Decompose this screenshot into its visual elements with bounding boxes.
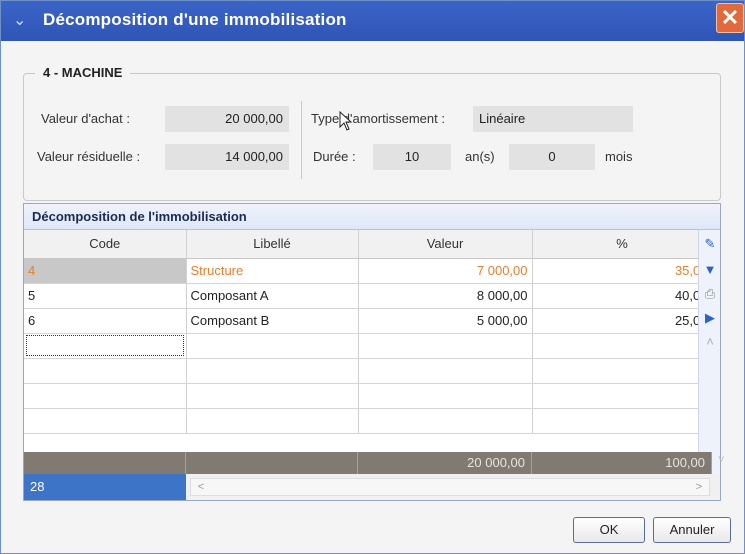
cell-empty[interactable] xyxy=(186,333,359,359)
components-grid: Décomposition de l'immobilisation Code L… xyxy=(23,203,724,501)
cell-empty[interactable] xyxy=(186,408,359,434)
grid-caption: Décomposition de l'immobilisation xyxy=(24,204,720,230)
cell-empty[interactable] xyxy=(358,333,533,359)
record-count: 28 xyxy=(24,474,186,500)
window-title: Décomposition d'une immobilisation xyxy=(43,10,347,29)
cell-empty[interactable] xyxy=(24,358,187,384)
cell-empty[interactable] xyxy=(186,358,359,384)
years-unit-label: an(s) xyxy=(465,149,495,164)
duration-label: Durée : xyxy=(313,149,356,164)
cell-empty[interactable] xyxy=(358,383,533,409)
total-label-cell xyxy=(186,452,358,474)
close-icon[interactable]: ✕ xyxy=(716,3,744,33)
cell-percent[interactable]: 40,00 xyxy=(532,283,713,309)
components-table: Code Libellé Valeur % 4 Structure 7 000,… xyxy=(24,230,713,434)
purchase-value-field: 20 000,00 xyxy=(165,106,289,132)
cell-empty[interactable] xyxy=(532,383,713,409)
cell-empty[interactable] xyxy=(532,408,713,434)
months-unit-label: mois xyxy=(605,149,633,164)
scroll-up-icon[interactable]: ˄ xyxy=(702,334,718,350)
column-header-code[interactable]: Code xyxy=(24,230,187,259)
scroll-down-icon[interactable]: ˅ xyxy=(718,454,724,466)
grid-footer: 28 < > xyxy=(24,474,720,500)
cell-label[interactable]: Structure xyxy=(186,258,359,284)
cell-label[interactable]: Composant A xyxy=(186,283,359,309)
print-icon[interactable]: ⎙ xyxy=(702,286,718,302)
cell-code-focused[interactable] xyxy=(24,333,187,359)
column-header-percent[interactable]: % xyxy=(532,230,713,259)
total-value: 20 000,00 xyxy=(358,452,532,474)
table-row[interactable]: 6 Composant B 5 000,00 25,00 xyxy=(24,308,713,334)
depreciation-type-label: Type d'amortissement : xyxy=(311,111,445,126)
residual-value-label: Valeur résiduelle : xyxy=(37,149,141,164)
filter-icon[interactable]: ▼ xyxy=(702,262,718,278)
grid-toolbar: ✎ ▼ ⎙ ▶ ˄ xyxy=(698,230,720,474)
cell-value[interactable]: 7 000,00 xyxy=(358,258,533,284)
title-bar[interactable]: ⌄ Décomposition d'une immobilisation ✕ xyxy=(1,1,744,41)
column-header-label[interactable]: Libellé xyxy=(186,230,359,259)
table-row-empty[interactable] xyxy=(24,358,713,384)
table-row[interactable]: 4 Structure 7 000,00 35,00 xyxy=(24,258,713,284)
edit-icon[interactable]: ✎ xyxy=(702,236,718,252)
duration-years-field: 10 xyxy=(373,144,451,170)
total-code-cell xyxy=(24,452,186,474)
cell-empty[interactable] xyxy=(532,333,713,359)
ok-button[interactable]: OK xyxy=(573,517,645,543)
scroll-left-icon[interactable]: < xyxy=(193,479,209,495)
cell-empty[interactable] xyxy=(24,383,187,409)
asset-info-group xyxy=(23,73,721,201)
totals-row: 20 000,00 100,00 ˅ xyxy=(24,452,724,474)
total-percent: 100,00 xyxy=(532,452,712,474)
purchase-value-label: Valeur d'achat : xyxy=(41,111,130,126)
cell-code[interactable]: 6 xyxy=(24,308,187,334)
table-row-empty[interactable] xyxy=(24,408,713,434)
table-row[interactable]: 5 Composant A 8 000,00 40,00 xyxy=(24,283,713,309)
cell-empty[interactable] xyxy=(532,358,713,384)
cell-code[interactable]: 5 xyxy=(24,283,187,309)
asset-group-title: 4 - MACHINE xyxy=(35,65,131,80)
residual-value-field: 14 000,00 xyxy=(165,144,289,170)
chevron-icon[interactable]: ⌄ xyxy=(13,10,26,30)
table-header-row: Code Libellé Valeur % xyxy=(24,230,713,259)
next-icon[interactable]: ▶ xyxy=(702,310,718,326)
scroll-right-icon[interactable]: > xyxy=(691,479,707,495)
duration-months-field: 0 xyxy=(509,144,595,170)
cancel-button[interactable]: Annuler xyxy=(653,517,731,543)
cell-empty[interactable] xyxy=(186,383,359,409)
table-row-empty[interactable] xyxy=(24,383,713,409)
cell-code[interactable]: 4 xyxy=(24,258,187,284)
cell-value[interactable]: 8 000,00 xyxy=(358,283,533,309)
cell-value[interactable]: 5 000,00 xyxy=(358,308,533,334)
cursor-icon xyxy=(339,111,353,131)
group-divider xyxy=(301,101,302,179)
depreciation-type-field: Linéaire xyxy=(473,106,633,132)
horizontal-scrollbar[interactable]: < > xyxy=(190,478,710,496)
cell-empty[interactable] xyxy=(358,358,533,384)
dialog-window: ⌄ Décomposition d'une immobilisation ✕ 4… xyxy=(0,0,745,554)
cell-percent[interactable]: 25,00 xyxy=(532,308,713,334)
column-header-value[interactable]: Valeur xyxy=(358,230,533,259)
cell-percent[interactable]: 35,00 xyxy=(532,258,713,284)
cell-label[interactable]: Composant B xyxy=(186,308,359,334)
cell-empty[interactable] xyxy=(358,408,533,434)
cell-empty[interactable] xyxy=(24,408,187,434)
table-row-empty[interactable] xyxy=(24,333,713,359)
